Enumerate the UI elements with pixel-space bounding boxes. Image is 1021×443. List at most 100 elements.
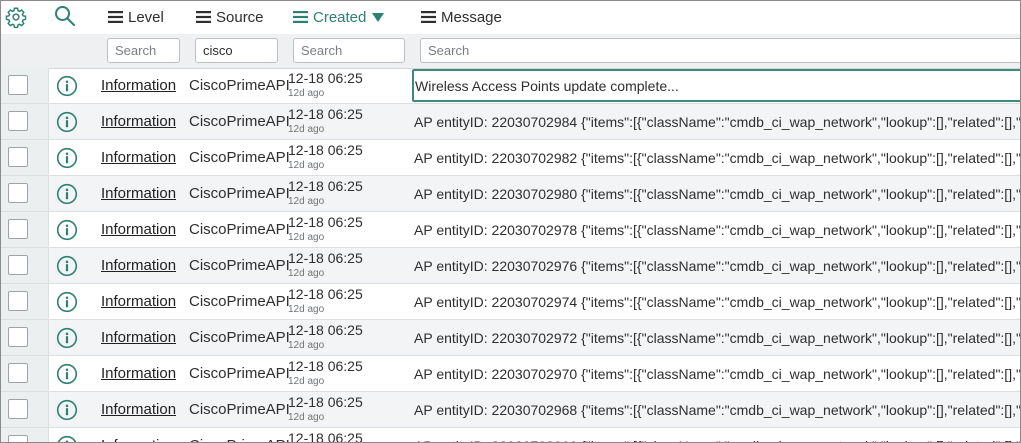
created-cell: 12-18 06:25 xyxy=(288,142,363,158)
info-icon[interactable] xyxy=(56,255,78,277)
level-link[interactable]: Information xyxy=(101,293,176,311)
info-icon[interactable] xyxy=(56,291,78,313)
menu-icon[interactable] xyxy=(421,11,436,24)
row-select-cell xyxy=(1,428,49,442)
search-icon[interactable] xyxy=(53,4,77,28)
created-cell: 12-18 06:25 xyxy=(288,70,363,86)
menu-icon[interactable] xyxy=(293,11,308,24)
source-cell: CiscoPrimeAPI xyxy=(189,113,290,130)
table-row[interactable]: InformationCiscoPrimeAPI12-18 06:2512d a… xyxy=(1,392,1020,428)
selected-message-cell[interactable]: Wireless Access Points update complete..… xyxy=(412,69,1020,102)
level-search-input[interactable] xyxy=(107,38,180,63)
info-icon[interactable] xyxy=(56,183,78,205)
list-header: Level Source Created Message xyxy=(1,1,1020,34)
table-row[interactable]: InformationCiscoPrimeAPI12-18 06:2512d a… xyxy=(1,284,1020,320)
created-relative-cell: 12d ago xyxy=(288,232,325,243)
row-select-cell xyxy=(1,284,49,319)
sort-descending-icon[interactable] xyxy=(372,12,385,22)
message-cell: AP entityID: 22030702970 {"items":[{"cla… xyxy=(414,366,1021,382)
created-cell: 12-18 06:25 xyxy=(288,106,363,122)
column-header-level[interactable]: Level xyxy=(108,8,164,28)
level-link[interactable]: Information xyxy=(101,113,176,131)
source-cell: CiscoPrimeAPI xyxy=(189,185,290,202)
level-link[interactable]: Information xyxy=(101,257,176,275)
created-relative-cell: 12d ago xyxy=(288,376,325,387)
info-icon[interactable] xyxy=(56,111,78,133)
row-checkbox[interactable] xyxy=(8,183,28,203)
column-header-source[interactable]: Source xyxy=(196,8,264,28)
message-cell: AP entityID: 22030702968 {"items":[{"cla… xyxy=(414,402,1021,418)
row-select-cell xyxy=(1,356,49,391)
level-link[interactable]: Information xyxy=(101,221,176,239)
level-link[interactable]: Information xyxy=(101,185,176,203)
row-checkbox[interactable] xyxy=(8,219,28,239)
table-row[interactable]: Information CiscoPrimeAPI12-18 06:25 12d a… xyxy=(1,212,1020,248)
column-header-label: Message xyxy=(441,9,502,26)
created-relative-cell: 12d ago xyxy=(288,88,325,99)
created-relative-cell: 12d ago xyxy=(288,124,325,135)
menu-icon[interactable] xyxy=(196,11,211,24)
source-cell: CiscoPrimeAPI xyxy=(189,221,290,238)
table-row[interactable]: Information CiscoPrimeAPI12-18 06:25 12d a… xyxy=(1,68,1020,104)
level-link[interactable]: Information xyxy=(101,149,176,167)
created-cell: 12-18 06:25 xyxy=(288,250,363,266)
info-icon[interactable] xyxy=(56,363,78,385)
source-cell: CiscoPrimeAPI xyxy=(189,329,290,346)
table-row[interactable]: InformationCiscoPrimeAPI12-18 06:2512d a… xyxy=(1,356,1020,392)
message-search-input[interactable] xyxy=(420,38,1020,63)
row-checkbox[interactable] xyxy=(8,435,28,442)
row-checkbox[interactable] xyxy=(8,255,28,275)
info-icon[interactable] xyxy=(56,327,78,349)
menu-icon[interactable] xyxy=(108,11,123,24)
created-cell: 12-18 06:25 xyxy=(288,178,363,194)
log-table-body: Information CiscoPrimeAPI 12-18 06:25 12d a… xyxy=(1,68,1020,443)
info-icon[interactable] xyxy=(56,75,78,97)
level-link[interactable]: Information xyxy=(101,401,176,419)
source-cell: CiscoPrimeAPI xyxy=(189,401,290,418)
row-checkbox[interactable] xyxy=(8,147,28,167)
info-icon[interactable] xyxy=(56,147,78,169)
column-header-label: Source xyxy=(216,9,264,26)
gear-icon[interactable] xyxy=(5,6,27,28)
source-cell: CiscoPrimeAPI xyxy=(189,257,290,274)
table-row[interactable]: Information CiscoPrimeAPI12-18 06:25 12d a… xyxy=(1,176,1020,212)
created-cell: 12-18 06:25 xyxy=(288,322,363,338)
level-link[interactable]: Information xyxy=(101,437,176,442)
message-cell: AP entityID: 22030702980 {"items":[{"cla… xyxy=(414,186,1021,202)
source-cell: CiscoPrimeAPI xyxy=(189,437,290,442)
message-cell: AP entityID: 22030702984 {"items":[{"cla… xyxy=(414,114,1021,130)
created-cell: 12-18 06:25 xyxy=(288,286,363,302)
column-header-message[interactable]: Message xyxy=(421,8,502,28)
column-header-created[interactable]: Created xyxy=(293,8,385,28)
source-search-input[interactable] xyxy=(195,38,278,63)
row-checkbox[interactable] xyxy=(8,111,28,131)
row-checkbox[interactable] xyxy=(8,75,28,95)
level-link[interactable]: Information xyxy=(101,329,176,347)
table-row[interactable]: Information CiscoPrimeAPI12-18 06:25 12d a… xyxy=(1,104,1020,140)
info-icon[interactable] xyxy=(56,399,78,421)
table-row[interactable]: InformationCiscoPrimeAPI12-18 06:2512d a… xyxy=(1,140,1020,176)
info-icon[interactable] xyxy=(56,219,78,241)
column-header-label: Level xyxy=(128,9,164,26)
column-filter-row xyxy=(1,34,1020,69)
created-relative-cell: 12d ago xyxy=(288,304,325,315)
created-relative-cell: 12d ago xyxy=(288,340,325,351)
created-relative-cell: 12d ago xyxy=(288,196,325,207)
source-cell: CiscoPrimeAPI xyxy=(189,149,290,166)
row-checkbox[interactable] xyxy=(8,399,28,419)
created-cell: 12-18 06:25 xyxy=(288,430,363,443)
created-cell: 12-18 06:25 xyxy=(288,214,363,230)
row-checkbox[interactable] xyxy=(8,327,28,347)
row-select-cell xyxy=(1,104,49,139)
table-row[interactable]: InformationCiscoPrimeAPI12-18 06:2512d a… xyxy=(1,248,1020,284)
created-search-input[interactable] xyxy=(293,38,405,63)
table-row[interactable]: Information CiscoPrimeAPI12-18 06:25 12d a… xyxy=(1,320,1020,356)
level-link[interactable]: Information xyxy=(101,77,176,95)
row-checkbox[interactable] xyxy=(8,291,28,311)
created-cell: 12-18 06:25 xyxy=(288,358,363,374)
source-cell: CiscoPrimeAPI xyxy=(189,77,290,94)
info-icon[interactable] xyxy=(56,435,78,443)
table-row[interactable]: InformationCiscoPrimeAPI12-18 06:2512d a… xyxy=(1,428,1020,443)
level-link[interactable]: Information xyxy=(101,365,176,383)
row-checkbox[interactable] xyxy=(8,363,28,383)
